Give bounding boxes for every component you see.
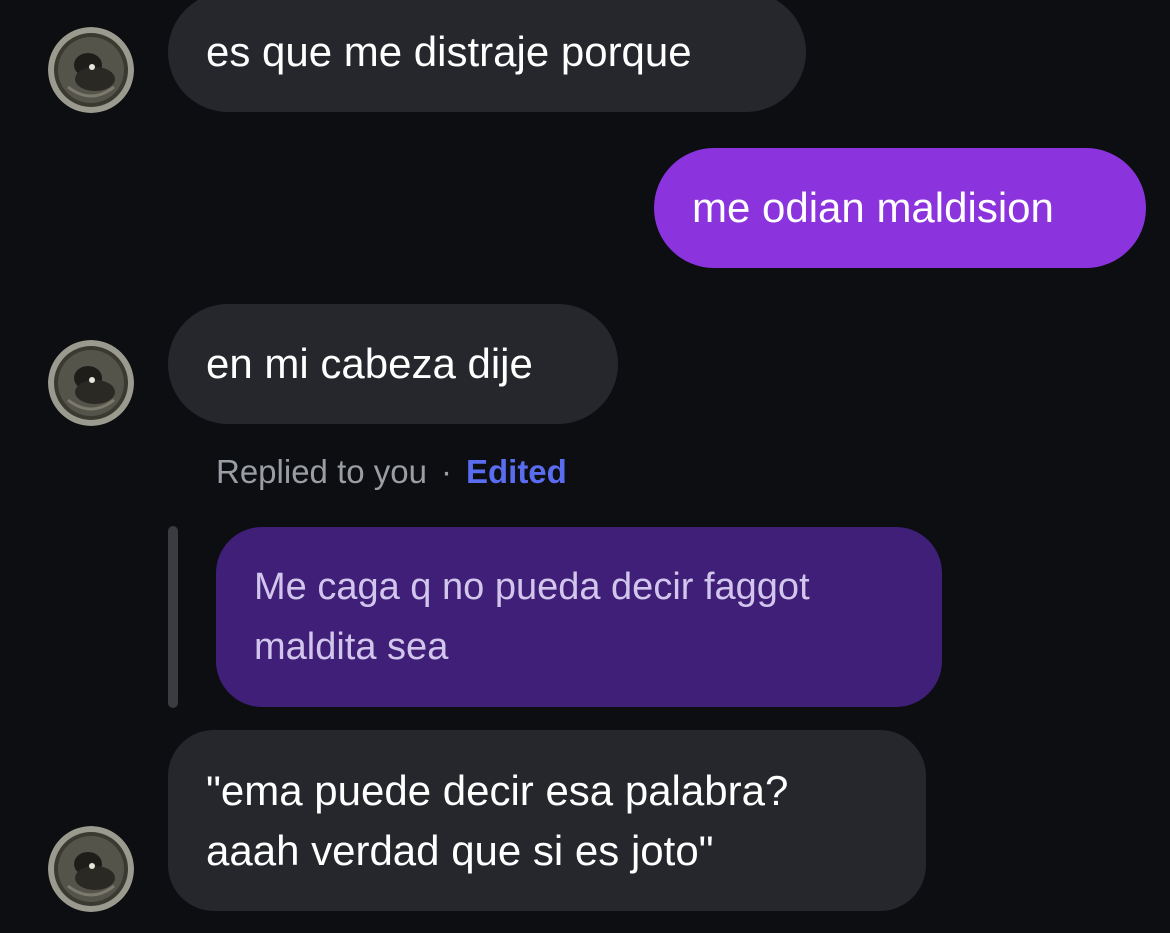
avatar[interactable]	[48, 27, 134, 113]
message-bubble-incoming[interactable]: en mi cabeza dije	[168, 304, 618, 424]
edited-label[interactable]: Edited	[466, 453, 567, 490]
message-bubble-outgoing[interactable]: me odian maldision	[654, 148, 1146, 268]
reply-indicator-bar	[168, 526, 178, 708]
message-bubble-incoming[interactable]: es que me distraje porque	[168, 0, 806, 112]
message-text: "ema puede decir esa palabra? aaah verda…	[206, 767, 789, 874]
quoted-message-text: Me caga q no pueda decir faggot maldita …	[254, 566, 810, 668]
separator-dot: ·	[440, 453, 452, 490]
avatar[interactable]	[48, 826, 134, 912]
reply-context-label: Replied to you · Edited	[216, 448, 567, 496]
message-text: es que me distraje porque	[206, 28, 692, 75]
avatar[interactable]	[48, 340, 134, 426]
message-text: en mi cabeza dije	[206, 340, 533, 387]
quoted-message-bubble[interactable]: Me caga q no pueda decir faggot maldita …	[216, 527, 942, 707]
avatar-image	[48, 27, 134, 113]
avatar-image	[48, 826, 134, 912]
avatar-image	[48, 340, 134, 426]
replied-to-you-label: Replied to you	[216, 453, 427, 490]
message-bubble-incoming[interactable]: "ema puede decir esa palabra? aaah verda…	[168, 730, 926, 911]
message-text: me odian maldision	[692, 184, 1054, 231]
